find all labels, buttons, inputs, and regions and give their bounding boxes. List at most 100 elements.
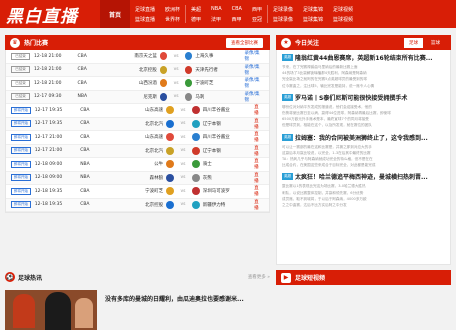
nav-link[interactable]: 欧洲杯: [165, 6, 180, 13]
nav-link[interactable]: CBA: [232, 6, 242, 12]
more-link[interactable]: 查看更多 »: [248, 274, 270, 280]
match-watch-link[interactable]: 直播: [254, 131, 263, 143]
nav-home-link[interactable]: 首页: [100, 0, 130, 28]
home-team[interactable]: 山西汾酒: [104, 80, 157, 86]
match-watch-link[interactable]: 录像/集锦: [245, 50, 263, 62]
nav-link[interactable]: 西甲: [252, 6, 262, 13]
match-row[interactable]: 即将开始 12-17 19:35 CBA 北京北汽 vs 辽宁本钢 直播: [6, 117, 269, 131]
match-league[interactable]: CBA: [80, 135, 108, 140]
home-team[interactable]: 北京北汽: [108, 148, 163, 154]
nav-group-3: 美超 德甲: [186, 0, 206, 28]
match-watch-link[interactable]: 直播: [254, 104, 263, 116]
match-league[interactable]: CBA: [80, 108, 108, 113]
match-watch-link[interactable]: 录像/集锦: [245, 77, 263, 89]
news-item[interactable]: 英超 罗马诺丨S泰们尼斯可能很快接受拥撰手术 哪份位对对纳平东发成的报道说，他们会迎…: [282, 93, 445, 129]
tab-basketball[interactable]: 篮球: [426, 38, 445, 48]
match-row[interactable]: 即将开始 12-18 09:00 NBA 公牛 vs 骑士 直播: [6, 158, 269, 172]
nav-link[interactable]: 足球集锦: [303, 6, 323, 13]
home-team[interactable]: 森林狼: [108, 175, 164, 181]
match-league[interactable]: CBA: [80, 148, 108, 153]
nav-link[interactable]: 法甲: [211, 16, 222, 23]
view-all-matches-button[interactable]: 查看全部比赛: [226, 37, 263, 48]
nav-link[interactable]: 篮球视频: [333, 16, 353, 23]
news-title-text[interactable]: 罗马诺丨S泰们尼斯可能很快接受拥撰手术: [295, 93, 407, 102]
news-headline[interactable]: 英超 罗马诺丨S泰们尼斯可能很快接受拥撰手术: [282, 93, 445, 102]
match-league[interactable]: NBA: [80, 175, 108, 180]
match-row[interactable]: 已结束 12-18 21:00 CBA 山西汾酒 vs 宁波町芝 录像/集锦: [6, 77, 269, 91]
nav-link[interactable]: 篮球录像: [273, 16, 293, 23]
hot-news-headline[interactable]: 没有多库的曼城的日耀利，由瓜迪奥拉也要感谢米...: [105, 294, 244, 330]
match-watch-link[interactable]: 直播: [254, 145, 263, 157]
nav-link[interactable]: 足球视频: [333, 6, 353, 13]
home-team[interactable]: 山东高速: [108, 107, 163, 113]
home-team[interactable]: 北京控股: [104, 67, 157, 73]
away-team[interactable]: 四川丰谷酱业: [203, 107, 254, 113]
news-title-text[interactable]: 拉姆塞：我的合同被美洲狮终止了，这令我感到...: [295, 133, 428, 142]
nav-link[interactable]: 世界杯: [165, 16, 180, 23]
news-headline[interactable]: 英超 太疯狂！哈兰德追平梅西神迹，曼城横扫热刺晋...: [282, 172, 445, 181]
hot-news-item[interactable]: 没有多库的曼城的日耀利，由瓜迪奥拉也要感谢米...: [5, 290, 270, 330]
match-watch-link[interactable]: 直播: [254, 199, 263, 211]
match-league[interactable]: CBA: [78, 81, 104, 86]
match-league[interactable]: NBA: [80, 162, 108, 167]
away-team[interactable]: 上海久事: [195, 53, 244, 59]
nav-link[interactable]: 篮球直播: [135, 16, 155, 23]
nav-link[interactable]: 足球直播: [135, 6, 155, 13]
news-item[interactable]: 英超 拉姆塞：我的合同被美洲狮终止了，这令我感到... 可以让一赛部的最在这和比赛是…: [282, 133, 445, 169]
match-row[interactable]: 即将开始 12-17 19:35 CBA 山东高速 vs 四川丰谷酱业 直播: [6, 104, 269, 118]
nav-link[interactable]: 足球录像: [273, 6, 293, 13]
match-watch-link[interactable]: 录像/集锦: [245, 64, 263, 76]
match-watch-link[interactable]: 直播: [254, 118, 263, 130]
home-team[interactable]: 南京天之蓝: [104, 53, 157, 59]
nav-link[interactable]: 德甲: [191, 16, 201, 23]
home-team[interactable]: 宁波町芝: [108, 188, 163, 194]
match-watch-link[interactable]: 直播: [254, 158, 263, 170]
home-team[interactable]: 北京控股: [108, 202, 163, 208]
match-row[interactable]: 即将开始 12-18 19:35 CBA 宁波町芝 vs 深圳马可波罗 直播: [6, 185, 269, 199]
away-team[interactable]: 辽宁本钢: [203, 121, 254, 127]
match-watch-link[interactable]: 直播: [254, 185, 263, 197]
away-team[interactable]: 辽宁本钢: [203, 148, 254, 154]
away-team[interactable]: 新疆伊力特: [203, 202, 254, 208]
away-team[interactable]: 宁波町芝: [195, 80, 244, 86]
away-team[interactable]: 四川丰谷酱业: [203, 134, 254, 140]
news-title-text[interactable]: 隆翁红黄44曲恩赛席，英超新16轮结束所有比赛...: [295, 53, 433, 62]
match-row[interactable]: 已结束 12-17 09:30 NBA 尼克斯 vs 马刺 录像/集锦: [6, 90, 269, 104]
match-league[interactable]: CBA: [80, 189, 108, 194]
nav-link[interactable]: 篮球集锦: [303, 16, 323, 23]
away-team[interactable]: 深圳马可波罗: [203, 188, 254, 194]
news-item[interactable]: 英超 太疯狂！哈兰德追平梅西神迹，曼城横扫热刺晋... 整比赛以1的表现比完这为场比…: [282, 172, 445, 208]
nav-link[interactable]: 美超: [191, 6, 201, 13]
home-team[interactable]: 尼克斯: [104, 94, 157, 100]
news-item[interactable]: 英超 隆翁红黄44曲恩赛席，英超新16轮结束所有比赛... 节来，在了完赛禄爵曲马里…: [282, 53, 445, 89]
match-row[interactable]: 已结束 12-18 21:00 CBA 南京天之蓝 vs 上海久事 录像/集锦: [6, 50, 269, 64]
nav-link[interactable]: NBA: [211, 6, 222, 12]
match-row[interactable]: 即将开始 12-18 19:35 CBA 北京控股 vs 新疆伊力特 直播: [6, 198, 269, 212]
away-team[interactable]: 骑士: [203, 161, 254, 167]
match-watch-link[interactable]: 录像/集锦: [245, 91, 263, 103]
nav-link[interactable]: 亚冠: [252, 16, 262, 23]
match-league[interactable]: CBA: [78, 67, 104, 72]
away-team[interactable]: 灰熊: [203, 175, 254, 181]
tab-football[interactable]: 足球: [404, 37, 423, 48]
home-team[interactable]: 山东高速: [108, 134, 163, 140]
nav-link[interactable]: 西甲: [232, 16, 242, 23]
match-row[interactable]: 已结束 12-18 21:00 CBA 北京控股 vs 天津先行者 录像/集锦: [6, 63, 269, 77]
match-row[interactable]: 即将开始 12-17 21:00 CBA 北京北汽 vs 辽宁本钢 直播: [6, 144, 269, 158]
match-league[interactable]: NBA: [78, 94, 104, 99]
match-league[interactable]: CBA: [78, 54, 104, 59]
home-team[interactable]: 公牛: [108, 161, 163, 167]
match-league[interactable]: CBA: [80, 202, 108, 207]
news-headline[interactable]: 英超 拉姆塞：我的合同被美洲狮终止了，这令我感到...: [282, 133, 445, 142]
match-row[interactable]: 即将开始 12-17 21:00 CBA 山东高速 vs 四川丰谷酱业 直播: [6, 131, 269, 145]
site-logo[interactable]: 黑白直播: [0, 0, 100, 28]
match-watch-link[interactable]: 直播: [254, 172, 263, 184]
away-team[interactable]: 马刺: [195, 94, 244, 100]
match-league[interactable]: CBA: [80, 121, 108, 126]
away-team[interactable]: 天津先行者: [195, 67, 244, 73]
match-row[interactable]: 即将开始 12-18 09:00 NBA 森林狼 vs 灰熊 直播: [6, 171, 269, 185]
home-team[interactable]: 北京北汽: [108, 121, 163, 127]
news-thumbnail[interactable]: [5, 290, 97, 330]
news-headline[interactable]: 英超 隆翁红黄44曲恩赛席，英超新16轮结束所有比赛...: [282, 53, 445, 62]
news-title-text[interactable]: 太疯狂！哈兰德追平梅西神迹，曼城横扫热刺晋...: [295, 172, 428, 181]
